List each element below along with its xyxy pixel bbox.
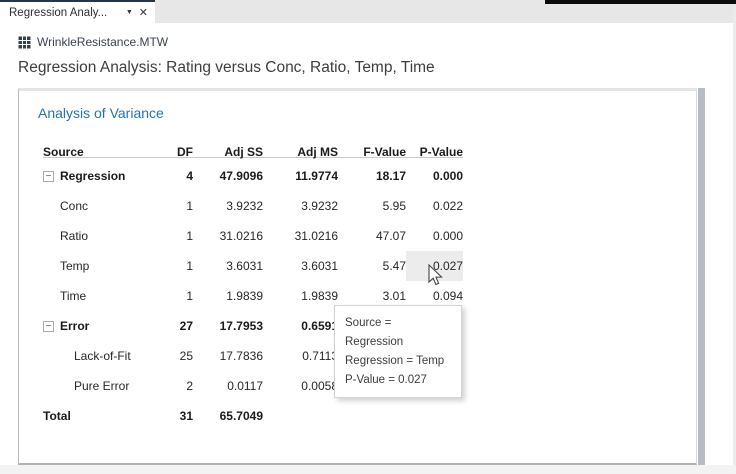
cell-adjss[interactable]: 17.7836 <box>193 341 263 371</box>
row-label: Total <box>43 401 71 431</box>
worksheet-grid-icon <box>18 36 31 49</box>
cell-adjss[interactable]: 47.9096 <box>193 161 263 191</box>
cell-adjms[interactable]: 0.6591 <box>263 311 338 341</box>
table-row-total[interactable]: Total 31 65.7049 <box>43 401 463 431</box>
worksheet-link[interactable]: WrinkleResistance.MTW <box>18 35 168 49</box>
output-panel: Analysis of Variance Source DF Adj SS Ad… <box>18 88 697 465</box>
cell-adjss[interactable]: 1.9839 <box>193 281 263 311</box>
cell-df[interactable]: 4 <box>158 161 193 191</box>
cell-df[interactable]: 1 <box>158 221 193 251</box>
page-title: Regression Analysis: Rating versus Conc,… <box>18 59 435 77</box>
mouse-cursor-icon <box>428 264 446 288</box>
row-label: Error <box>60 311 89 341</box>
hover-tooltip: Source = Regression Regression = Temp P-… <box>334 305 462 398</box>
cell-df[interactable]: 1 <box>158 251 193 281</box>
section-title[interactable]: Analysis of Variance <box>38 105 696 121</box>
cell-adjms[interactable]: 31.0216 <box>263 221 338 251</box>
row-label: Regression <box>60 161 125 191</box>
table-row-conc[interactable]: Conc 1 3.9232 3.9232 5.95 0.022 <box>43 191 463 221</box>
row-label: Conc <box>60 191 88 221</box>
cell-adjms[interactable]: 1.9839 <box>263 281 338 311</box>
cell-df[interactable]: 27 <box>158 311 193 341</box>
table-row-ratio[interactable]: Ratio 1 31.0216 31.0216 47.07 0.000 <box>43 221 463 251</box>
chevron-down-icon[interactable]: ▼ <box>126 9 133 16</box>
row-label: Temp <box>60 251 89 281</box>
tooltip-line: Regression = Temp <box>345 352 451 371</box>
table-row-temp[interactable]: Temp 1 3.6031 3.6031 5.47 0.027 <box>43 251 463 281</box>
document-header: WrinkleResistance.MTW Regression Analysi… <box>0 23 733 88</box>
cell-pvalue[interactable]: 0.022 <box>406 191 463 221</box>
cell-fvalue[interactable]: 18.17 <box>338 161 406 191</box>
cell-fvalue[interactable]: 5.47 <box>338 251 406 281</box>
window-edge-strip <box>545 0 736 4</box>
table-header-row: Source DF Adj SS Adj MS F-Value P-Value <box>43 137 463 158</box>
row-label: Ratio <box>60 221 88 251</box>
bottom-gutter <box>0 465 736 474</box>
cell-df[interactable]: 2 <box>158 371 193 401</box>
cell-df[interactable]: 25 <box>158 341 193 371</box>
cell-adjss[interactable]: 3.9232 <box>193 191 263 221</box>
cell-adjms[interactable]: 0.7113 <box>263 341 338 371</box>
row-label: Pure Error <box>74 371 129 401</box>
vertical-scrollbar[interactable] <box>698 88 705 466</box>
worksheet-name: WrinkleResistance.MTW <box>37 35 168 49</box>
cell-df[interactable]: 1 <box>158 281 193 311</box>
cell-fvalue[interactable]: 47.07 <box>338 221 406 251</box>
cell-adjms[interactable]: 11.9774 <box>263 161 338 191</box>
tab-regression-analysis[interactable]: Regression Analy... ▼ ✕ <box>0 0 155 23</box>
cell-df[interactable]: 31 <box>158 401 193 431</box>
close-icon[interactable]: ✕ <box>139 6 148 19</box>
cell-adjms[interactable] <box>263 401 338 431</box>
cell-adjss[interactable]: 65.7049 <box>193 401 263 431</box>
cell-adjss[interactable]: 0.0117 <box>193 371 263 401</box>
cell-adjms[interactable]: 3.6031 <box>263 251 338 281</box>
cell-pvalue[interactable]: 0.000 <box>406 221 463 251</box>
tab-title: Regression Analy... <box>9 7 122 19</box>
row-label: Lack-of-Fit <box>74 341 131 371</box>
collapse-minus-icon[interactable]: − <box>43 321 54 332</box>
cell-fvalue[interactable] <box>338 401 406 431</box>
table-row-regression[interactable]: − Regression 4 47.9096 11.9774 18.17 0.0… <box>43 161 463 191</box>
cell-adjss[interactable]: 17.7953 <box>193 311 263 341</box>
cell-adjms[interactable]: 0.0058 <box>263 371 338 401</box>
cell-adjss[interactable]: 31.0216 <box>193 221 263 251</box>
row-label: Time <box>60 281 86 311</box>
app-window: Regression Analy... ▼ ✕ WrinkleResistanc… <box>0 0 736 474</box>
cell-pvalue[interactable]: 0.000 <box>406 161 463 191</box>
cell-adjss[interactable]: 3.6031 <box>193 251 263 281</box>
cell-pvalue[interactable] <box>406 401 463 431</box>
tooltip-line: P-Value = 0.027 <box>345 371 451 390</box>
cell-df[interactable]: 1 <box>158 191 193 221</box>
cell-adjms[interactable]: 3.9232 <box>263 191 338 221</box>
tooltip-line: Source = Regression <box>345 314 451 352</box>
cell-fvalue[interactable]: 5.95 <box>338 191 406 221</box>
collapse-minus-icon[interactable]: − <box>43 171 54 182</box>
